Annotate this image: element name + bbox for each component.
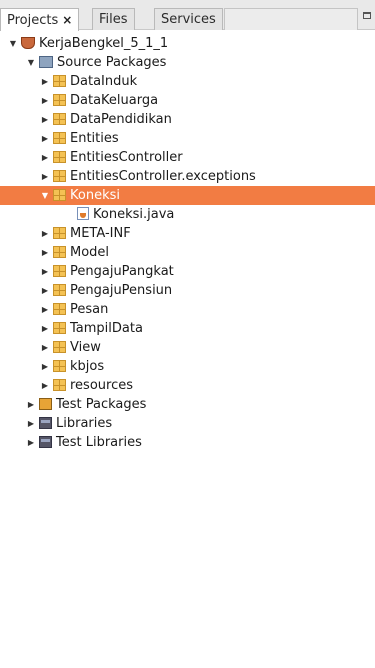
tab-files[interactable]: Files (92, 8, 135, 30)
libraries-label: Libraries (56, 416, 113, 431)
tree-node-package[interactable]: ▶ View (40, 338, 101, 357)
collapse-arrow-icon[interactable]: ▶ (40, 281, 50, 300)
project-label: KerjaBengkel_5_1_1 (39, 36, 169, 51)
package-icon (53, 359, 66, 372)
tree-node-project[interactable]: ▼ KerjaBengkel_5_1_1 (8, 34, 168, 53)
collapse-arrow-icon[interactable]: ▶ (26, 395, 36, 414)
collapse-arrow-icon[interactable]: ▶ (40, 357, 50, 376)
tree-node-package[interactable]: ▶ EntitiesController (40, 148, 183, 167)
tree-node-package[interactable]: ▶ META-INF (40, 224, 131, 243)
package-icon (53, 112, 66, 125)
tree-node-package[interactable]: ▶ PengajuPangkat (40, 262, 174, 281)
package-icon (53, 93, 66, 106)
collapse-arrow-icon[interactable]: ▶ (40, 148, 50, 167)
test-libraries-label: Test Libraries (56, 435, 142, 450)
collapse-arrow-icon[interactable]: ▶ (40, 72, 50, 91)
tree-node-package[interactable]: ▶ Model (40, 243, 109, 262)
expand-arrow-icon[interactable]: ▼ (8, 34, 18, 53)
tree-node-package[interactable]: ▶ kbjos (40, 357, 104, 376)
libraries-icon (39, 416, 52, 429)
minimize-window-icon[interactable] (363, 10, 373, 22)
collapse-arrow-icon[interactable]: ▶ (40, 338, 50, 357)
tree-node-package[interactable]: ▶ PengajuPensiun (40, 281, 172, 300)
source-packages-label: Source Packages (57, 55, 167, 70)
package-label: PengajuPangkat (70, 264, 174, 279)
tab-files-label: Files (99, 12, 128, 27)
collapse-arrow-icon[interactable]: ▶ (40, 129, 50, 148)
package-icon (53, 169, 66, 182)
package-label: META-INF (70, 226, 131, 241)
package-icon (53, 264, 66, 277)
package-icon (53, 188, 66, 201)
tree-node-package[interactable]: ▶ resources (40, 376, 133, 395)
package-icon (53, 321, 66, 334)
collapse-arrow-icon[interactable]: ▶ (40, 243, 50, 262)
package-label: TampilData (70, 321, 143, 336)
test-packages-label: Test Packages (56, 397, 147, 412)
package-icon (53, 74, 66, 87)
close-icon[interactable]: × (62, 13, 72, 27)
java-project-icon (21, 36, 35, 49)
collapse-arrow-icon[interactable]: ▶ (40, 262, 50, 281)
package-label: DataPendidikan (70, 112, 172, 127)
package-label: DataInduk (70, 74, 138, 89)
package-label: EntitiesController.exceptions (70, 169, 256, 184)
package-icon (53, 302, 66, 315)
tab-services-label: Services (161, 12, 216, 27)
package-label: Model (70, 245, 110, 260)
collapse-arrow-icon[interactable]: ▶ (40, 167, 50, 186)
tree-node-package-selected[interactable]: ▼ Koneksi (0, 186, 375, 205)
source-packages-icon (39, 55, 53, 68)
tab-empty-area (224, 8, 358, 30)
collapse-arrow-icon[interactable]: ▶ (40, 319, 50, 338)
tree-node-package[interactable]: ▶ EntitiesController.exceptions (40, 167, 256, 186)
file-label: Koneksi.java (93, 207, 175, 222)
tree-node-package[interactable]: ▶ Entities (40, 129, 119, 148)
tree-node-package[interactable]: ▶ Pesan (40, 300, 108, 319)
package-label: DataKeluarga (70, 93, 159, 108)
tab-projects-label: Projects (7, 13, 59, 28)
tree-node-java-file[interactable]: Koneksi.java (74, 205, 174, 224)
package-icon (53, 150, 66, 163)
tree-node-source-packages[interactable]: ▼ Source Packages (26, 53, 167, 72)
expand-arrow-icon[interactable]: ▼ (26, 53, 36, 72)
tab-projects[interactable]: Projects × (0, 8, 80, 31)
package-icon (53, 245, 66, 258)
package-label: PengajuPensiun (70, 283, 173, 298)
test-libraries-icon (39, 435, 52, 448)
collapse-arrow-icon[interactable]: ▶ (40, 224, 50, 243)
tab-services[interactable]: Services (154, 8, 223, 30)
package-icon (53, 340, 66, 353)
tree-node-package[interactable]: ▶ DataInduk (40, 72, 137, 91)
expand-arrow-icon[interactable]: ▼ (40, 186, 50, 205)
package-label: Koneksi (70, 188, 120, 203)
collapse-arrow-icon[interactable]: ▶ (40, 91, 50, 110)
collapse-arrow-icon[interactable]: ▶ (26, 414, 36, 433)
package-label: EntitiesController (70, 150, 183, 165)
collapse-arrow-icon[interactable]: ▶ (26, 433, 36, 452)
collapse-arrow-icon[interactable]: ▶ (40, 300, 50, 319)
java-file-icon (77, 207, 89, 220)
collapse-arrow-icon[interactable]: ▶ (40, 110, 50, 129)
explorer-tab-bar: Projects × Files Services (0, 0, 375, 31)
package-label: Entities (70, 131, 119, 146)
package-label: kbjos (70, 359, 105, 374)
tree-node-test-packages[interactable]: ▶ Test Packages (26, 395, 146, 414)
package-icon (53, 226, 66, 239)
package-label: Pesan (70, 302, 109, 317)
tree-node-libraries[interactable]: ▶ Libraries (26, 414, 112, 433)
test-packages-icon (39, 397, 52, 410)
tree-node-package[interactable]: ▶ DataPendidikan (40, 110, 172, 129)
package-icon (53, 283, 66, 296)
package-label: resources (70, 378, 134, 393)
tree-node-package[interactable]: ▶ TampilData (40, 319, 143, 338)
tree-node-package[interactable]: ▶ DataKeluarga (40, 91, 158, 110)
tree-node-test-libraries[interactable]: ▶ Test Libraries (26, 433, 142, 452)
package-icon (53, 378, 66, 391)
collapse-arrow-icon[interactable]: ▶ (40, 376, 50, 395)
package-label: View (70, 340, 101, 355)
package-icon (53, 131, 66, 144)
